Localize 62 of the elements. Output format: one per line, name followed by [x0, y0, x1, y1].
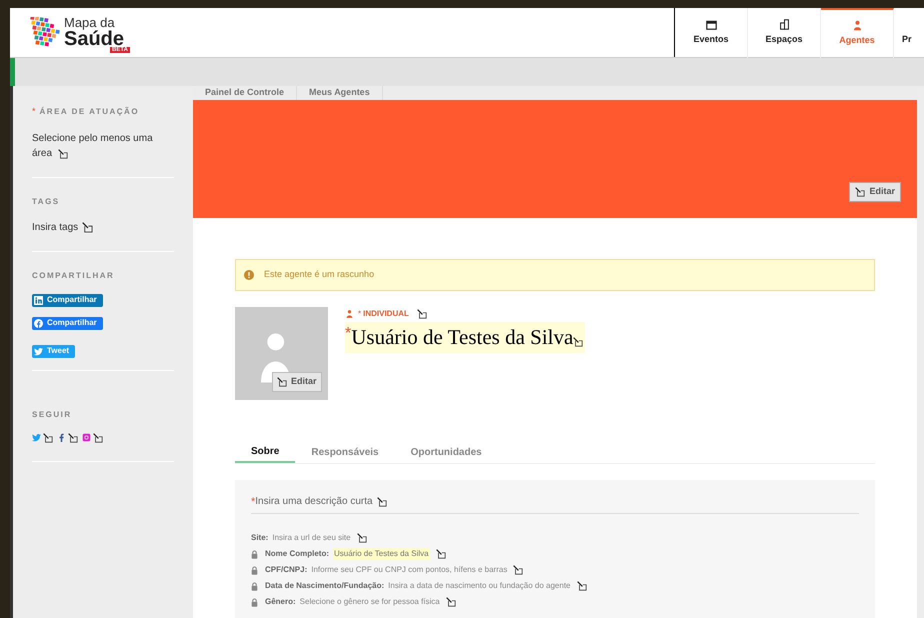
tab[interactable]: Sobre: [235, 442, 296, 462]
tags-placeholder[interactable]: Insira tags: [32, 220, 78, 234]
logo-mark-icon: [28, 16, 60, 48]
edit-icon[interactable]: [576, 581, 586, 591]
share-button[interactable]: Compartilhar: [32, 294, 103, 306]
edit-icon[interactable]: [356, 533, 367, 543]
field-label: Data de Nascimento/Fundação:: [265, 580, 384, 592]
agent-type[interactable]: INDIVIDUAL: [363, 308, 409, 320]
section-title: ÁREA DE ATUAÇÃO: [40, 106, 140, 118]
agent-name-field[interactable]: *Usuário de Testes da Silva: [345, 322, 586, 352]
required-mark: *: [358, 308, 362, 320]
field-label: Site:: [251, 532, 268, 544]
tab[interactable]: Responsáveis: [295, 442, 395, 462]
edit-icon[interactable]: [376, 496, 387, 507]
field-value[interactable]: Insira a data de nascimento ou fundação do agente: [388, 580, 570, 592]
edit-icon[interactable]: [416, 308, 427, 318]
description-field[interactable]: *Insira uma descrição curta: [251, 494, 859, 514]
draft-alert: Este agente é um rascunho: [235, 258, 875, 290]
person-icon: [345, 308, 354, 318]
lock-icon: [251, 550, 258, 558]
edit-icon[interactable]: [82, 222, 94, 232]
edit-icon[interactable]: [446, 597, 456, 607]
edit-icon[interactable]: [436, 549, 446, 559]
share-button[interactable]: Tweet: [32, 344, 76, 358]
area-placeholder[interactable]: Selecione pelo menos uma área: [32, 130, 164, 160]
edit-avatar-button[interactable]: Editar: [272, 372, 322, 392]
field-label: CPF/CNPJ:: [265, 564, 308, 576]
share-button[interactable]: Compartilhar: [32, 316, 103, 330]
tab[interactable]: Oportunidades: [394, 442, 498, 462]
nav-tab[interactable]: Pr: [894, 8, 914, 58]
section-title: SEGUIR: [32, 408, 72, 420]
required-mark: *: [32, 105, 36, 118]
edit-cover-button[interactable]: Editar: [849, 182, 901, 202]
lock-icon: [251, 582, 258, 590]
edit-icon[interactable]: [513, 565, 524, 575]
edit-icon[interactable]: [855, 186, 866, 196]
field-value[interactable]: Usuário de Testes da Silva: [333, 548, 430, 560]
logo-text: Mapa da: [64, 16, 116, 29]
instagram-icon[interactable]: [82, 433, 91, 442]
facebook-icon[interactable]: [57, 433, 66, 442]
field-value[interactable]: Selecione o gênero se for pessoa física: [300, 596, 440, 608]
field-label: Gênero:: [265, 596, 296, 608]
facebook-icon: [34, 318, 43, 328]
field-label: Nome Completo:: [265, 548, 329, 560]
lock-icon: [251, 598, 258, 606]
edit-icon[interactable]: [277, 376, 287, 386]
bird-icon: [34, 346, 43, 356]
person-icon: [852, 20, 862, 32]
section-title: COMPARTILHAR: [32, 270, 114, 282]
section-title: TAGS: [32, 196, 60, 208]
edit-icon[interactable]: [93, 432, 103, 442]
linkedin-icon: [34, 296, 43, 304]
building-icon: [778, 19, 790, 30]
field-value[interactable]: Insira a url de seu site: [272, 532, 351, 544]
calendar-icon: [706, 19, 716, 30]
field-value[interactable]: Informe seu CPF ou CNPJ com pontos, hífens e barras: [311, 564, 508, 576]
lock-icon: [251, 566, 258, 574]
warning-icon: [244, 270, 254, 280]
edit-icon[interactable]: [58, 148, 68, 158]
edit-icon[interactable]: [573, 336, 584, 346]
edit-icon[interactable]: [68, 432, 78, 442]
edit-icon[interactable]: [43, 432, 53, 442]
